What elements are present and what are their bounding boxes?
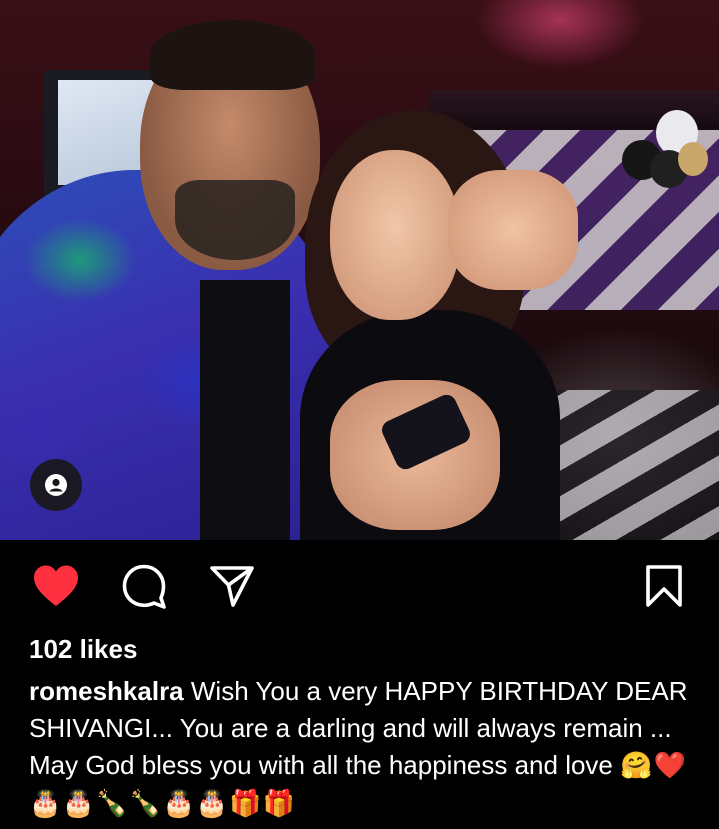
balloon (678, 142, 708, 176)
bookmark-icon (646, 565, 682, 607)
user-tag-button[interactable] (30, 459, 82, 511)
share-button[interactable] (208, 562, 256, 610)
peace-sign-hand (448, 170, 578, 290)
comment-button[interactable] (120, 562, 168, 610)
person-left-hair (150, 20, 315, 90)
heart-filled-icon (34, 565, 78, 606)
post-caption: romeshkalra Wish You a very HAPPY BIRTHD… (29, 673, 699, 823)
save-button[interactable] (640, 562, 688, 610)
person-right-face (330, 150, 460, 320)
caption-username[interactable]: romeshkalra (29, 676, 184, 706)
person-left-beard (175, 180, 295, 260)
like-button[interactable] (32, 562, 80, 610)
user-tag-icon (45, 474, 67, 496)
post-photo[interactable] (0, 0, 719, 540)
comment-icon (122, 564, 166, 609)
person-left-shirt (200, 280, 290, 540)
likes-count[interactable]: 102 likes (29, 634, 137, 665)
paper-plane-icon (210, 566, 254, 607)
post-action-bar (0, 540, 719, 632)
instagram-post: 102 likes romeshkalra Wish You a very HA… (0, 0, 719, 819)
